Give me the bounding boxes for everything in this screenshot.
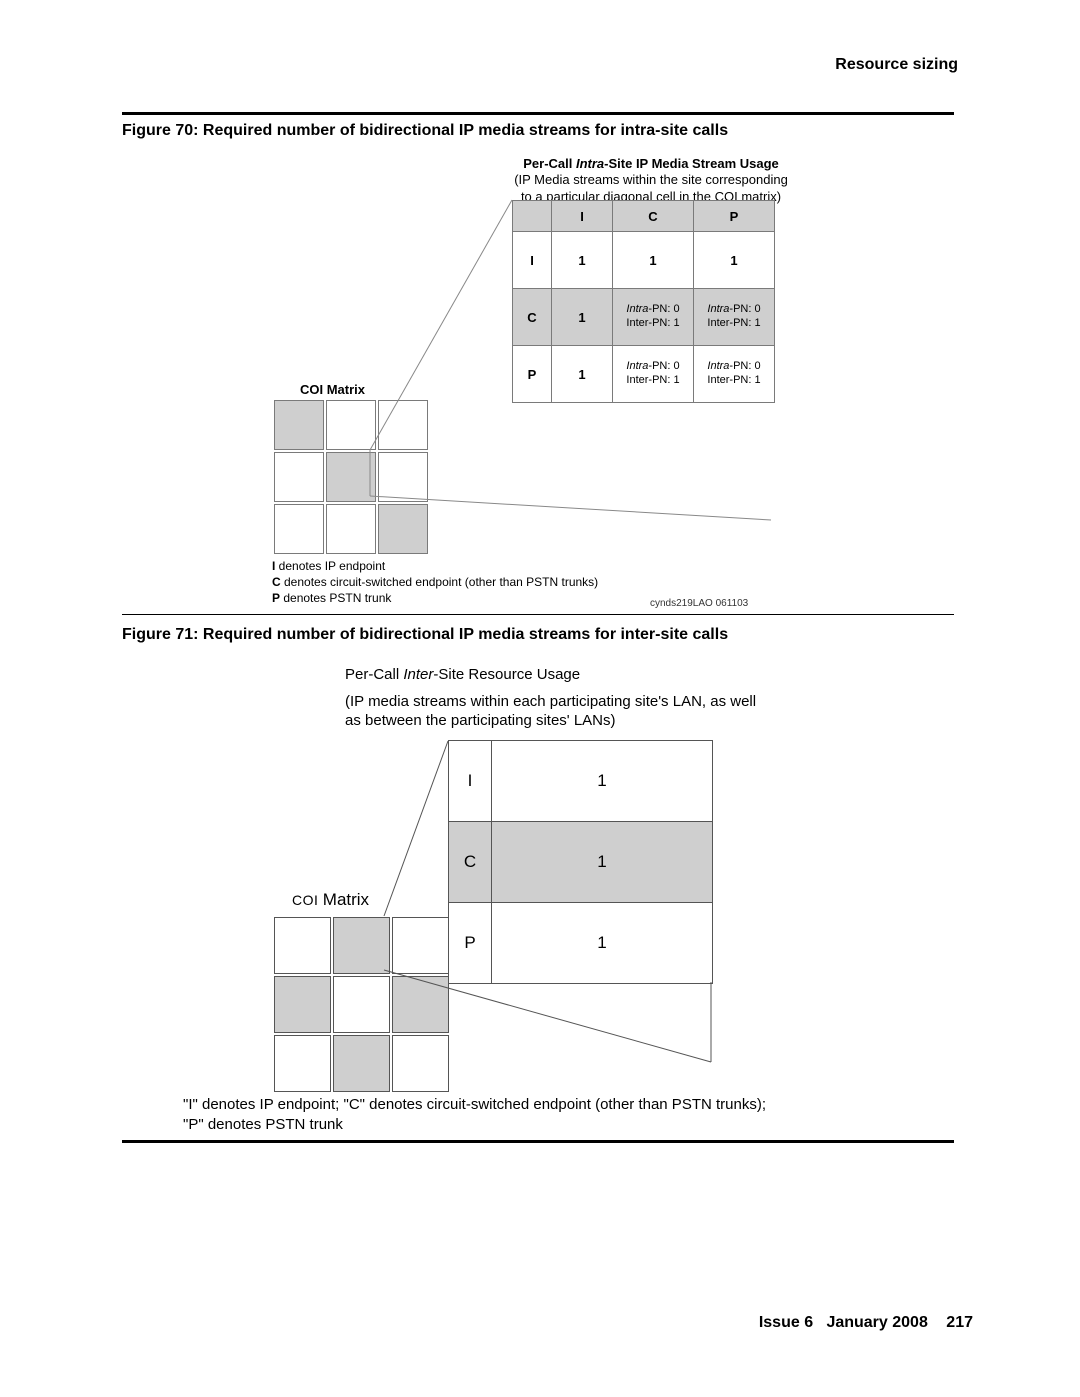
leg70-P-b: P bbox=[272, 591, 280, 605]
figure70-stream-table: I C P I 1 1 1 C 1 Intra-PN: 0 Inter-PN: … bbox=[512, 200, 775, 403]
section-header: Resource sizing bbox=[835, 56, 958, 74]
leg70-I: denotes IP endpoint bbox=[275, 559, 385, 573]
fig70-row-C: C bbox=[513, 289, 552, 346]
mid-rule-1 bbox=[122, 614, 954, 615]
fig70-cp-pn0: -PN: 0 bbox=[729, 303, 760, 315]
figure71-stream-table: I 1 C 1 P 1 bbox=[448, 740, 713, 984]
fig71-row-C-val: 1 bbox=[492, 822, 713, 903]
footer-page: 217 bbox=[946, 1314, 973, 1331]
fig70-PP: Intra-PN: 0 Inter-PN: 1 bbox=[694, 346, 775, 403]
fig71-row-P-val: 1 bbox=[492, 903, 713, 984]
fig70-cp-intra: Intra bbox=[707, 303, 729, 315]
fig70-cp-inter: Inter-PN: 1 bbox=[707, 317, 760, 329]
figure71-subtitle-line2: (IP media streams within each participat… bbox=[345, 692, 756, 712]
fig70-CP: Intra-PN: 0 Inter-PN: 1 bbox=[694, 289, 775, 346]
figure71-matrix-label: COI Matrix bbox=[292, 890, 369, 910]
fig70-IP: 1 bbox=[694, 232, 775, 289]
figure70-caption: Figure 70: Required number of bidirectio… bbox=[122, 122, 728, 140]
fig70-col-I: I bbox=[552, 201, 613, 232]
fig70-pp-inter: Inter-PN: 1 bbox=[707, 374, 760, 386]
fig70-cc-intra: Intra bbox=[626, 303, 648, 315]
leg70-P: denotes PSTN trunk bbox=[280, 591, 391, 605]
figure70-matrix-label: COI Matrix bbox=[300, 382, 365, 397]
figure70-coi-matrix bbox=[272, 398, 430, 556]
fig70-pp-intra: Intra bbox=[707, 360, 729, 372]
page-footer: Issue 6 January 2008 217 bbox=[759, 1314, 973, 1332]
fig70-II: 1 bbox=[552, 232, 613, 289]
fig70-sub-ital: Intra bbox=[576, 156, 604, 171]
fig70-pp-pn0: -PN: 0 bbox=[729, 360, 760, 372]
footer-issue: Issue 6 bbox=[759, 1314, 813, 1331]
fig70-row-P: P bbox=[513, 346, 552, 403]
figure71-subtitle-line1: Per-Call Inter-Site Resource Usage bbox=[345, 665, 580, 685]
fig70-PC: Intra-PN: 0 Inter-PN: 1 bbox=[613, 346, 694, 403]
fig70-pc-inter: Inter-PN: 1 bbox=[626, 374, 679, 386]
leg70-C: denotes circuit-switched endpoint (other… bbox=[281, 575, 598, 589]
fig70-CI: 1 bbox=[552, 289, 613, 346]
footer-date: January 2008 bbox=[826, 1314, 927, 1331]
figure70-legend: I denotes IP endpoint C denotes circuit-… bbox=[272, 558, 598, 607]
figure71-coi-matrix bbox=[272, 915, 451, 1094]
fig71-row-I-lbl: I bbox=[449, 741, 492, 822]
leg71-l2: "P" denotes PSTN trunk bbox=[183, 1116, 343, 1133]
fig70-sub-pre: Per-Call bbox=[523, 156, 576, 171]
figure71-legend: "I" denotes IP endpoint; "C" denotes cir… bbox=[183, 1095, 766, 1136]
figure71-subtitle-line3: as between the participating sites' LANs… bbox=[345, 711, 616, 731]
figure70-subtitle: Per-Call Intra-Site IP Media Stream Usag… bbox=[486, 156, 816, 205]
bottom-rule bbox=[122, 1140, 954, 1143]
fig70-IC: 1 bbox=[613, 232, 694, 289]
figure71-caption: Figure 71: Required number of bidirectio… bbox=[122, 626, 728, 644]
fig70-sub-suf: -Site IP Media Stream Usage bbox=[604, 156, 779, 171]
fig70-sub-l2: (IP Media streams within the site corres… bbox=[514, 172, 788, 187]
fig71-row-C-lbl: C bbox=[449, 822, 492, 903]
fig71-row-P-lbl: P bbox=[449, 903, 492, 984]
fig71-row-I-val: 1 bbox=[492, 741, 713, 822]
top-rule bbox=[122, 112, 954, 115]
fig70-row-I: I bbox=[513, 232, 552, 289]
fig70-PI: 1 bbox=[552, 346, 613, 403]
leg70-C-b: C bbox=[272, 575, 281, 589]
figure70-refid: cynds219LAO 061103 bbox=[650, 598, 748, 609]
fig70-col-C: C bbox=[613, 201, 694, 232]
fig70-pc-intra: Intra bbox=[626, 360, 648, 372]
fig70-cc-pn0: -PN: 0 bbox=[648, 303, 679, 315]
leg71-l1: "I" denotes IP endpoint; "C" denotes cir… bbox=[183, 1096, 766, 1113]
fig70-cc-inter: Inter-PN: 1 bbox=[626, 317, 679, 329]
fig70-col-P: P bbox=[694, 201, 775, 232]
fig70-pc-pn0: -PN: 0 bbox=[648, 360, 679, 372]
fig70-CC: Intra-PN: 0 Inter-PN: 1 bbox=[613, 289, 694, 346]
page-container: Resource sizing Figure 70: Required numb… bbox=[0, 0, 1080, 1397]
